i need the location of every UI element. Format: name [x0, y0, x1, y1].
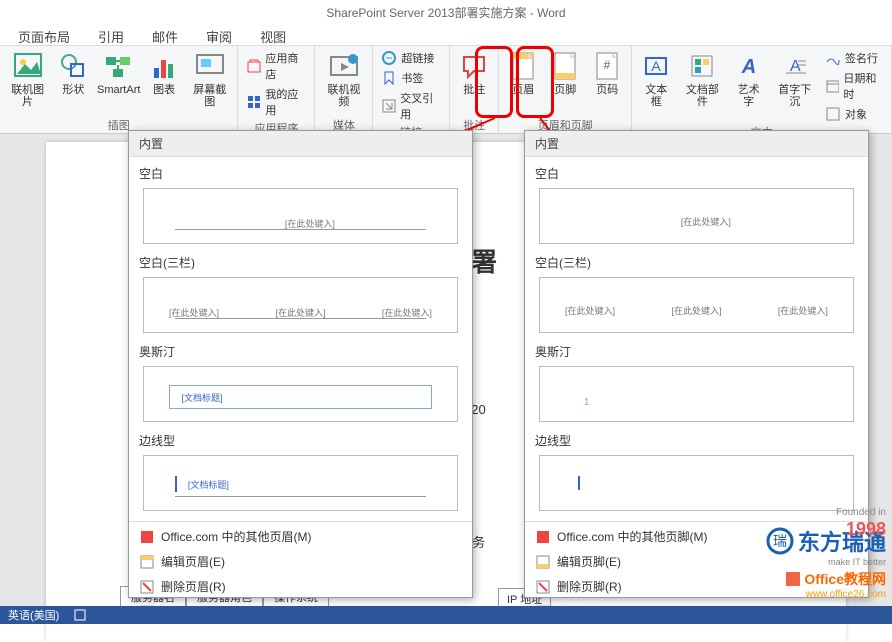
tab-mailings[interactable]: 邮件 [138, 24, 192, 45]
smartart-icon [103, 50, 135, 82]
app-store-button[interactable]: 应用商店 [242, 48, 310, 84]
group-apps: 应用商店 我的应用 应用程序 [238, 46, 315, 133]
gallery-item[interactable]: 边线型 [533, 428, 860, 511]
group-illustrations: 联机图片 形状 SmartArt 图表 屏幕截图 插图 [0, 46, 238, 133]
footer-button[interactable]: 页脚 [545, 48, 585, 98]
svg-text:A: A [740, 56, 755, 78]
text-box-button[interactable]: A 文本框 [636, 48, 676, 110]
tab-page-layout[interactable]: 页面布局 [4, 24, 84, 45]
logo-icon: 瑞 [766, 527, 794, 555]
quick-parts-button[interactable]: 文档部件 [678, 48, 726, 110]
online-video-button[interactable]: 联机视频 [319, 48, 368, 110]
header-gallery: 内置 空白 [在此处键入] 空白(三栏) [在此处键入] [在此处键入] [在此… [128, 130, 473, 598]
smartart-button[interactable]: SmartArt [95, 48, 142, 98]
tab-references[interactable]: 引用 [84, 24, 138, 45]
wordart-icon: A [733, 50, 765, 82]
gallery-item[interactable]: 空白 [在此处键入] [533, 161, 860, 244]
tab-review[interactable]: 审阅 [192, 24, 246, 45]
remove-icon [139, 579, 155, 595]
window-title: SharePoint Server 2013部署实施方案 - Word [326, 4, 565, 21]
svg-text:A: A [652, 58, 662, 74]
online-pictures-button[interactable]: 联机图片 [4, 48, 51, 110]
signature-button[interactable]: 签名行 [821, 48, 887, 68]
chart-icon [148, 50, 180, 82]
svg-text:#: # [604, 58, 611, 72]
title-bar: SharePoint Server 2013部署实施方案 - Word [0, 0, 892, 24]
wordart-button[interactable]: A 艺术字 [729, 48, 769, 110]
video-icon [328, 50, 360, 82]
crossref-icon [381, 98, 396, 114]
gallery-section-header: 内置 [525, 131, 868, 157]
group-media: 联机视频 媒体 [315, 46, 373, 133]
status-language[interactable]: 英语(美国) [8, 607, 59, 623]
bookmark-button[interactable]: 书签 [377, 68, 445, 88]
picture-icon [12, 50, 44, 82]
cross-ref-button[interactable]: 交叉引用 [377, 88, 445, 124]
group-links: 超链接 书签 交叉引用 链接 [373, 46, 450, 133]
drop-cap-button[interactable]: A 首字下沉 [771, 48, 819, 110]
remove-icon [535, 579, 551, 595]
page-number-icon: # [591, 50, 623, 82]
gallery-item[interactable]: 奥斯汀 1 [533, 339, 860, 422]
store-icon [246, 58, 261, 74]
edit-header[interactable]: 编辑页眉(E) [129, 549, 472, 574]
gallery-section-header: 内置 [129, 131, 472, 157]
shapes-icon [57, 50, 89, 82]
date-time-button[interactable]: 日期和时 [821, 68, 887, 104]
office-logo-icon [784, 570, 802, 588]
object-icon [825, 106, 841, 122]
tab-view[interactable]: 视图 [246, 24, 300, 45]
header-icon [507, 50, 539, 82]
dropcap-icon: A [779, 50, 811, 82]
screenshot-button[interactable]: 屏幕截图 [186, 48, 233, 110]
status-bar: 英语(美国) [0, 606, 892, 624]
bookmark-icon [381, 70, 397, 86]
gallery-item[interactable]: 空白(三栏) [在此处键入] [在此处键入] [在此处键入] [137, 250, 464, 333]
gallery-item[interactable]: 空白(三栏) [在此处键入] [在此处键入] [在此处键入] [533, 250, 860, 333]
group-header-footer: 页眉 页脚 # 页码 页眉和页脚 [499, 46, 632, 133]
remove-header[interactable]: 删除页眉(R) [129, 574, 472, 599]
header-button[interactable]: 页眉 [503, 48, 543, 98]
group-text: A 文本框 文档部件 A 艺术字 A 首字下沉 签名行 日期和时 对象 文本 [632, 46, 892, 133]
ribbon-tabs: 页面布局 引用 邮件 审阅 视图 [0, 24, 892, 46]
footer-icon [549, 50, 581, 82]
edit-icon [535, 554, 551, 570]
apps-icon [246, 94, 261, 110]
date-icon [825, 78, 839, 94]
group-comments: 批注 批注 [450, 46, 499, 133]
office-more-headers[interactable]: Office.com 中的其他页眉(M) [129, 524, 472, 549]
my-apps-button[interactable]: 我的应用 [242, 84, 310, 120]
chart-button[interactable]: 图表 [144, 48, 184, 98]
gallery-item[interactable]: 奥斯汀 [文档标题] [137, 339, 464, 422]
quickparts-icon [686, 50, 718, 82]
comment-button[interactable]: 批注 [454, 48, 494, 98]
link-icon [381, 50, 397, 66]
watermark: 瑞 东方瑞通 make IT better Founded in 1998 Of… [766, 525, 886, 600]
object-button[interactable]: 对象 [821, 104, 887, 124]
shapes-button[interactable]: 形状 [53, 48, 93, 98]
hyperlink-button[interactable]: 超链接 [377, 48, 445, 68]
ribbon: 联机图片 形状 SmartArt 图表 屏幕截图 插图 应用商 [0, 46, 892, 134]
page-number-button[interactable]: # 页码 [587, 48, 627, 98]
edit-icon [139, 554, 155, 570]
gallery-item[interactable]: 空白 [在此处键入] [137, 161, 464, 244]
svg-text:瑞: 瑞 [773, 533, 787, 549]
gallery-item[interactable]: 边线型 [文档标题] [137, 428, 464, 511]
screenshot-icon [194, 50, 226, 82]
comment-icon [458, 50, 490, 82]
office-icon [139, 529, 155, 545]
office-icon [535, 529, 551, 545]
textbox-icon: A [640, 50, 672, 82]
book-icon[interactable] [73, 608, 87, 622]
signature-icon [825, 50, 841, 66]
